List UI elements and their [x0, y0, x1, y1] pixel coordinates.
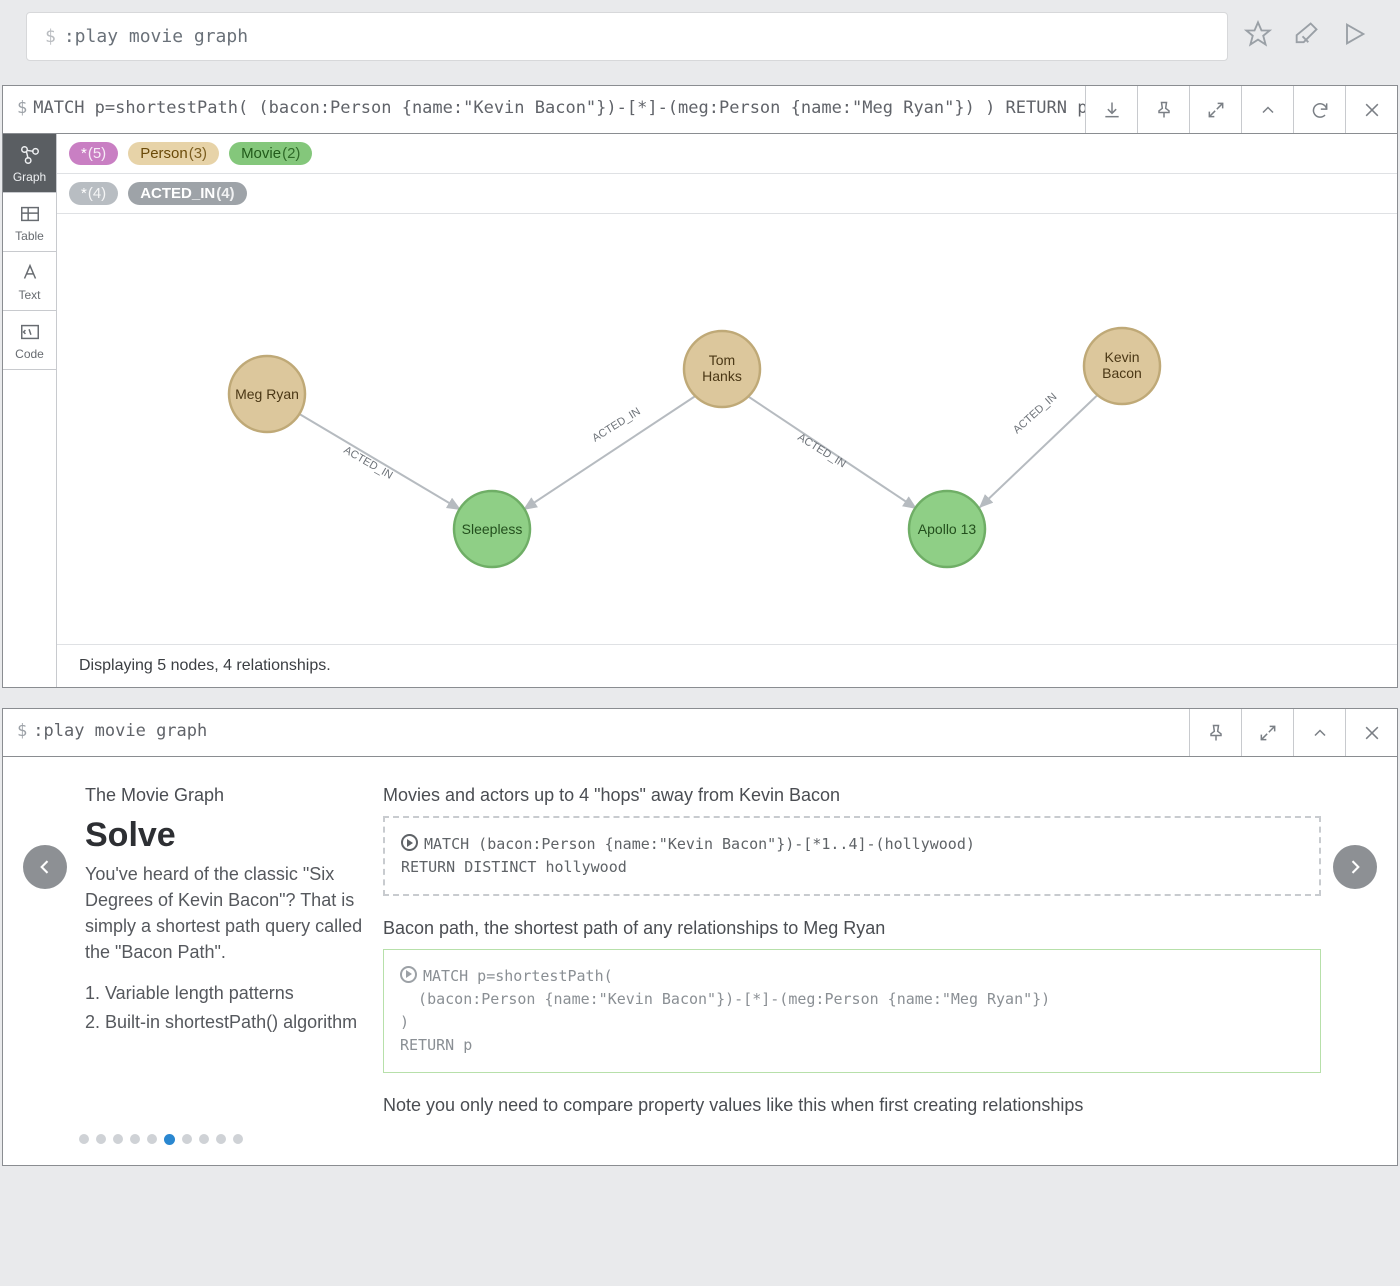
legend-person[interactable]: Person(3)	[128, 142, 219, 165]
graph-canvas[interactable]: ACTED_IN ACTED_IN ACTED_IN ACTED_IN Meg …	[57, 214, 1397, 644]
node-sleepless[interactable]: Sleepless	[454, 491, 530, 567]
svg-text:Meg Ryan: Meg Ryan	[235, 386, 299, 402]
node-kevin-bacon[interactable]: KevinBacon	[1084, 328, 1160, 404]
collapse-up-icon[interactable]	[1241, 86, 1293, 133]
rel-legend-bar: *(4) ACTED_IN(4)	[57, 174, 1397, 214]
result-frame: $ MATCH p=shortestPath( (bacon:Person {na…	[2, 85, 1398, 688]
command-text: :play movie graph	[64, 26, 248, 47]
tab-code[interactable]: Code	[3, 311, 56, 370]
pager-dot[interactable]	[233, 1134, 243, 1144]
tab-graph[interactable]: Graph	[3, 134, 56, 193]
code-text: MATCH p=shortestPath( (bacon:Person {nam…	[400, 967, 1050, 1055]
pin-icon[interactable]	[1137, 86, 1189, 133]
canvas-area: *(5) Person(3) Movie(2) *(4) ACTED_IN(4)	[57, 134, 1397, 687]
download-icon[interactable]	[1085, 86, 1137, 133]
guide-title: Solve	[85, 816, 365, 855]
result-actions	[1085, 86, 1397, 133]
tab-table[interactable]: Table	[3, 193, 56, 252]
guide-right-pane: Movies and actors up to 4 "hops" away fr…	[383, 785, 1325, 1116]
result-header: $ MATCH p=shortestPath( (bacon:Person {na…	[3, 86, 1397, 134]
next-slide-button[interactable]	[1333, 845, 1377, 889]
prompt-symbol: $	[17, 721, 27, 741]
close-icon[interactable]	[1345, 86, 1397, 133]
close-icon[interactable]	[1345, 709, 1397, 756]
node-apollo13[interactable]: Apollo 13	[909, 491, 985, 567]
eraser-icon[interactable]	[1292, 20, 1320, 53]
play-icon[interactable]	[1340, 20, 1368, 53]
svg-text:ACTED_IN: ACTED_IN	[342, 444, 395, 482]
legend-movie[interactable]: Movie(2)	[229, 142, 312, 165]
svg-text:Tom: Tom	[709, 352, 735, 368]
code-caption: Bacon path, the shortest path of any rel…	[383, 918, 1321, 939]
refresh-icon[interactable]	[1293, 86, 1345, 133]
tab-text[interactable]: Text	[3, 252, 56, 311]
list-item: Variable length patterns	[105, 979, 365, 1008]
expand-icon[interactable]	[1189, 86, 1241, 133]
node-legend-bar: *(5) Person(3) Movie(2)	[57, 134, 1397, 174]
list-item: Built-in shortestPath() algorithm	[105, 1008, 365, 1037]
svg-text:ACTED_IN: ACTED_IN	[1011, 391, 1059, 436]
pager-dot[interactable]	[130, 1134, 140, 1144]
prompt-symbol: $	[17, 98, 27, 118]
favorite-icon[interactable]	[1244, 20, 1272, 53]
pager-dot[interactable]	[79, 1134, 89, 1144]
code-block-hops[interactable]: MATCH (bacon:Person {name:"Kevin Bacon"}…	[383, 816, 1321, 896]
svg-text:Apollo 13: Apollo 13	[918, 521, 977, 537]
node-tom-hanks[interactable]: TomHanks	[684, 331, 760, 407]
command-bar: $ :play movie graph	[0, 0, 1400, 73]
pager-dot[interactable]	[164, 1134, 175, 1145]
legend-all-rels[interactable]: *(4)	[69, 182, 118, 205]
collapse-up-icon[interactable]	[1293, 709, 1345, 756]
query-text: MATCH p=shortestPath( (bacon:Person {nam…	[33, 98, 1085, 118]
pager-dot[interactable]	[199, 1134, 209, 1144]
tab-label: Text	[18, 288, 40, 302]
code-text: MATCH (bacon:Person {name:"Kevin Bacon"}…	[401, 835, 975, 876]
svg-text:ACTED_IN: ACTED_IN	[590, 406, 643, 445]
view-tabs: Graph Table Text Code	[3, 134, 57, 687]
guide-left-pane: The Movie Graph Solve You've heard of th…	[75, 785, 375, 1037]
tab-label: Code	[15, 347, 44, 361]
code-caption: Movies and actors up to 4 "hops" away fr…	[383, 785, 1321, 806]
result-body: Graph Table Text Code *(5) Person(3) Mov…	[3, 134, 1397, 687]
legend-all-nodes[interactable]: *(5)	[69, 142, 118, 165]
play-circle-icon	[400, 966, 417, 983]
result-query[interactable]: $ MATCH p=shortestPath( (bacon:Person {na…	[3, 86, 1085, 133]
svg-text:Sleepless: Sleepless	[462, 521, 523, 537]
svg-text:Bacon: Bacon	[1102, 365, 1142, 381]
guide-intro: You've heard of the classic "Six Degrees…	[85, 861, 365, 965]
play-circle-icon	[401, 834, 418, 851]
svg-text:ACTED_IN: ACTED_IN	[795, 431, 848, 470]
query-text: :play movie graph	[33, 721, 207, 741]
command-actions	[1244, 20, 1374, 53]
guide-note: Note you only need to compare property v…	[383, 1095, 1321, 1116]
command-input[interactable]: $ :play movie graph	[26, 12, 1228, 61]
pager-dot[interactable]	[113, 1134, 123, 1144]
guide-bullet-list: Variable length patterns Built-in shorte…	[105, 979, 365, 1037]
pager-dot[interactable]	[216, 1134, 226, 1144]
prompt-symbol: $	[45, 26, 56, 47]
legend-acted-in[interactable]: ACTED_IN(4)	[128, 182, 246, 205]
pager-dot[interactable]	[182, 1134, 192, 1144]
guide-frame: $ :play movie graph The Movie Graph Solve…	[2, 708, 1398, 1166]
slide-pager	[3, 1128, 1397, 1165]
tab-label: Table	[15, 229, 44, 243]
guide-body: The Movie Graph Solve You've heard of th…	[3, 757, 1397, 1128]
code-block-bacon-path[interactable]: MATCH p=shortestPath( (bacon:Person {nam…	[383, 949, 1321, 1073]
node-meg-ryan[interactable]: Meg Ryan	[229, 356, 305, 432]
guide-query[interactable]: $ :play movie graph	[3, 709, 1189, 756]
prev-slide-button[interactable]	[23, 845, 67, 889]
svg-text:Kevin: Kevin	[1104, 349, 1139, 365]
tab-label: Graph	[13, 170, 46, 184]
guide-header: $ :play movie graph	[3, 709, 1397, 757]
expand-icon[interactable]	[1241, 709, 1293, 756]
guide-actions	[1189, 709, 1397, 756]
pager-dot[interactable]	[147, 1134, 157, 1144]
status-bar: Displaying 5 nodes, 4 relationships.	[57, 644, 1397, 687]
guide-subtitle: The Movie Graph	[85, 785, 365, 806]
svg-text:Hanks: Hanks	[702, 368, 742, 384]
pager-dot[interactable]	[96, 1134, 106, 1144]
pin-icon[interactable]	[1189, 709, 1241, 756]
